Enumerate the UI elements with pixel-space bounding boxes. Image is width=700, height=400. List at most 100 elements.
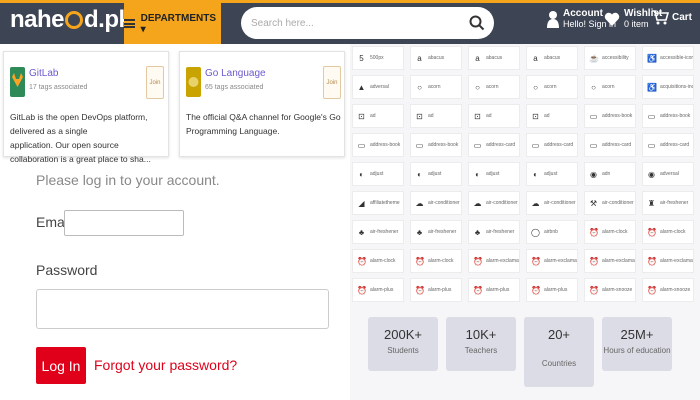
icon-tile[interactable]: ⊡ ad — [410, 104, 462, 128]
icon-tile[interactable]: ⏰alarm-exclamation — [584, 249, 636, 273]
icon-tile[interactable]: ▭ address-book — [584, 104, 636, 128]
icon-tile[interactable]: ▲ adversal — [352, 75, 404, 99]
card-title[interactable]: Go Language — [205, 68, 266, 79]
site-logo[interactable]: nahe d.pk — [10, 6, 132, 34]
icon-tile[interactable]: ◯ airbnb — [526, 220, 578, 244]
abacus-icon: a — [417, 53, 422, 63]
icon-tile-label: address-book — [602, 113, 633, 119]
card-title[interactable]: GitLab — [29, 68, 58, 79]
icon-tile[interactable]: ⏰ alarm-clock — [642, 220, 694, 244]
icon-tile[interactable]: ☁ air-conditioner — [526, 191, 578, 215]
community-card-go[interactable]: Go Language 65 tags associated Join The … — [179, 51, 345, 157]
forgot-password-link[interactable]: Forgot your password? — [94, 357, 237, 373]
icon-tile[interactable]: ◉ adn — [584, 162, 636, 186]
icon-tile[interactable]: ◢ affiliatetheme — [352, 191, 404, 215]
address-book-icon: ▭ — [589, 111, 598, 121]
icon-tile[interactable]: ▭ address-book — [410, 133, 462, 157]
logo-text-start: nahe — [10, 6, 65, 33]
icon-tile[interactable]: ◐ adjust — [352, 162, 404, 186]
icon-tile[interactable]: ⏰alarm-exclamation — [642, 249, 694, 273]
icon-tile[interactable]: ◐ adjust — [526, 162, 578, 186]
icon-tile-label: alarm-snooze — [660, 287, 691, 293]
card-description-line: GitLab is the open DevOps platform, deli… — [10, 112, 148, 136]
icon-tile[interactable]: ⏰ alarm-clock — [584, 220, 636, 244]
icon-tile[interactable]: ♿acquisitions-incorporated — [642, 75, 694, 99]
icon-tile[interactable]: ⏰ alarm-plus — [352, 278, 404, 302]
icon-tile[interactable]: ☁ air-conditioner — [410, 191, 462, 215]
icon-tile[interactable]: ♣ air-freshener — [468, 220, 520, 244]
icon-tile[interactable]: ▭ address-card — [584, 133, 636, 157]
icon-tile-label: alarm-clock — [428, 258, 454, 264]
login-button[interactable]: Log In — [36, 347, 86, 384]
alarm-clock-icon: ⏰ — [357, 256, 367, 266]
icon-tile[interactable]: a abacus — [468, 46, 520, 70]
icon-tile[interactable]: ▭ address-card — [526, 133, 578, 157]
ad-icon: ⊡ — [358, 111, 365, 121]
icon-tile-label: acquisitions-incorporated — [660, 84, 694, 90]
icon-tile-label: alarm-clock — [370, 258, 396, 264]
stat-teachers: 10K+ Teachers — [446, 317, 516, 371]
icon-tile-label: address-book — [660, 113, 691, 119]
icon-tile[interactable]: ○ acorn — [410, 75, 462, 99]
icon-tile[interactable]: ⏰alarm-exclamation — [526, 249, 578, 273]
icon-tile[interactable]: ⏰ alarm-clock — [410, 249, 462, 273]
icon-tile[interactable]: ○ acorn — [584, 75, 636, 99]
icon-tile[interactable]: ⚒ air-conditioner — [584, 191, 636, 215]
icon-tile[interactable]: ○ acorn — [526, 75, 578, 99]
icon-tile[interactable]: ⏰ alarm-plus — [468, 278, 520, 302]
icon-tile[interactable]: ⏰ alarm-snooze — [584, 278, 636, 302]
icon-tile[interactable]: ☕ accessibility — [584, 46, 636, 70]
cart-link[interactable]: Cart — [651, 8, 692, 26]
icon-tile[interactable]: ○ acorn — [468, 75, 520, 99]
icon-tile[interactable]: ◉ adversal — [642, 162, 694, 186]
search-input[interactable] — [251, 17, 451, 29]
icon-tile[interactable]: ♣ air-freshener — [410, 220, 462, 244]
password-field[interactable] — [36, 289, 329, 329]
alarm-clock-icon: ⏰ — [647, 227, 657, 237]
alarm-snooze-icon: ⏰ — [589, 285, 599, 295]
icon-tile-label: air-freshener — [486, 229, 515, 235]
icon-tile-label: air-freshener — [428, 229, 457, 235]
icon-tile[interactable]: ▭ address-book — [642, 104, 694, 128]
icon-tile[interactable]: ⊡ ad — [468, 104, 520, 128]
icon-tile[interactable]: ▭ address-book — [352, 133, 404, 157]
icon-tile[interactable]: ▭ address-card — [642, 133, 694, 157]
air-conditioner-icon: ☁ — [531, 198, 540, 208]
icon-tile[interactable]: a abacus — [410, 46, 462, 70]
icon-tile[interactable]: ⏰alarm-exclamation — [468, 249, 520, 273]
search-bar — [241, 7, 494, 39]
icon-tile[interactable]: ◐ adjust — [410, 162, 462, 186]
air-freshener-icon: ♣ — [358, 227, 365, 237]
address-card-icon: ▭ — [647, 140, 656, 150]
icon-tile[interactable]: ☁ air-conditioner — [468, 191, 520, 215]
icon-tile[interactable]: ⏰ alarm-snooze — [642, 278, 694, 302]
adjust-icon: ◐ — [533, 169, 538, 179]
acorn-icon: ○ — [417, 82, 422, 92]
icon-tile[interactable]: ⏰ alarm-clock — [352, 249, 404, 273]
address-book-icon: ▭ — [357, 140, 366, 150]
icon-tile-label: alarm-exclamation — [602, 258, 636, 264]
icon-tile[interactable]: ♿ accessible-icon — [642, 46, 694, 70]
icon-tile-label: address-book — [428, 142, 459, 148]
icon-tile-label: address-card — [486, 142, 516, 148]
search-icon[interactable] — [468, 14, 486, 32]
icon-tile[interactable]: ♜ air-freshener — [642, 191, 694, 215]
air-conditioner-icon: ☁ — [473, 198, 482, 208]
icon-tile[interactable]: ⏰ alarm-plus — [526, 278, 578, 302]
join-button[interactable]: Join — [146, 66, 164, 99]
icon-tile[interactable]: ◐ adjust — [468, 162, 520, 186]
icon-tile-label: ad — [370, 113, 376, 119]
ad-icon: ⊡ — [416, 111, 423, 121]
icon-tile[interactable]: ▭ address-card — [468, 133, 520, 157]
community-card-gitlab[interactable]: GitLab 17 tags associated Join GitLab is… — [3, 51, 169, 164]
icon-tile[interactable]: ⊡ ad — [352, 104, 404, 128]
icon-tile[interactable]: ♣ air-freshener — [352, 220, 404, 244]
join-button[interactable]: Join — [323, 66, 341, 99]
icon-tile[interactable]: ⊡ ad — [526, 104, 578, 128]
icon-tile[interactable]: 5 500px — [352, 46, 404, 70]
icon-tile-label: alarm-clock — [660, 229, 686, 235]
email-field[interactable] — [64, 210, 184, 236]
icon-tile[interactable]: a abacus — [526, 46, 578, 70]
departments-button[interactable]: DEPARTMENTS ▾ — [124, 3, 221, 44]
icon-tile[interactable]: ⏰ alarm-plus — [410, 278, 462, 302]
